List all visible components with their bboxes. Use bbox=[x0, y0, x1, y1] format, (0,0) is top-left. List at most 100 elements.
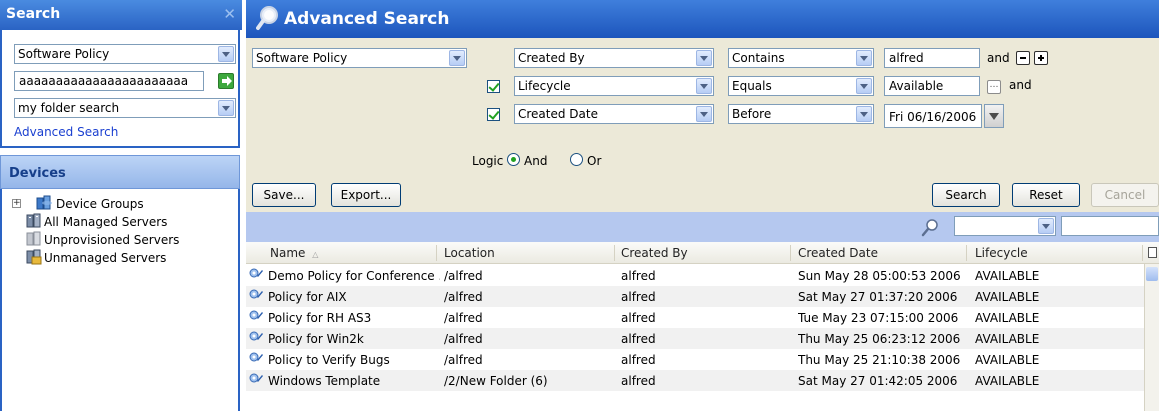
chevron-down-icon[interactable] bbox=[449, 50, 465, 66]
chevron-down-icon[interactable] bbox=[856, 50, 872, 66]
chevron-down-icon bbox=[989, 113, 999, 120]
folder-search-value: my folder search bbox=[18, 101, 120, 115]
table-cell-lifecycle: AVAILABLE bbox=[975, 374, 1040, 388]
date-value: Fri 06/16/2006 bbox=[889, 110, 977, 124]
chevron-down-icon[interactable] bbox=[218, 46, 234, 62]
search-panel-header: Search ✕ bbox=[0, 0, 242, 30]
value-picker-button[interactable]: … bbox=[987, 80, 1001, 94]
table-row[interactable]: Demo Policy for Conference ... /alfred alf… bbox=[246, 265, 1144, 286]
scroll-up-icon[interactable] bbox=[1146, 267, 1158, 281]
table-row[interactable]: Policy to Verify Bugs/alfred alfred Thu Ma… bbox=[246, 349, 1144, 370]
sort-ascending-icon: △ bbox=[312, 250, 319, 259]
tree-item-label: Unmanaged Servers bbox=[44, 251, 167, 265]
chevron-down-icon[interactable] bbox=[856, 106, 872, 122]
criteria-value-input-2[interactable]: Available bbox=[884, 76, 980, 96]
column-divider[interactable] bbox=[1142, 245, 1143, 261]
column-chooser-icon[interactable] bbox=[1148, 247, 1157, 258]
devices-tree: + Device Groups All Managed Servers Unpr… bbox=[0, 189, 240, 411]
chevron-down-icon[interactable] bbox=[696, 50, 712, 66]
table-row[interactable]: Windows Template/2/New Folder (6) alfred S… bbox=[246, 370, 1144, 391]
tree-item-label: All Managed Servers bbox=[44, 215, 168, 229]
chevron-down-icon[interactable] bbox=[696, 78, 712, 94]
column-header-lifecycle[interactable]: Lifecycle bbox=[975, 246, 1028, 260]
column-divider[interactable] bbox=[966, 245, 967, 261]
date-picker-button[interactable] bbox=[984, 104, 1004, 128]
criteria-operator-select-3[interactable]: Before bbox=[728, 104, 874, 124]
criteria-operator-select-2[interactable]: Equals bbox=[728, 76, 874, 96]
vertical-scrollbar[interactable] bbox=[1144, 264, 1159, 411]
logic-or-radio[interactable] bbox=[570, 153, 583, 166]
table-cell-name: Policy to Verify Bugs bbox=[268, 353, 390, 367]
column-header-name[interactable]: Name △ bbox=[270, 246, 318, 260]
table-cell-lifecycle: AVAILABLE bbox=[975, 290, 1040, 304]
chevron-down-icon[interactable] bbox=[1038, 218, 1054, 234]
search-type-select[interactable]: Software Policy bbox=[14, 44, 236, 64]
filter-input[interactable] bbox=[1061, 216, 1159, 236]
chevron-down-icon[interactable] bbox=[696, 106, 712, 122]
cancel-button[interactable]: Cancel bbox=[1091, 183, 1159, 207]
reset-button[interactable]: Reset bbox=[1012, 183, 1080, 207]
tree-item-label: Unprovisioned Servers bbox=[44, 233, 180, 247]
policy-icon bbox=[249, 373, 263, 383]
table-cell-created-date: Sat May 27 01:42:05 2006 bbox=[798, 374, 958, 388]
date-input[interactable]: Fri 06/16/2006 bbox=[884, 104, 982, 128]
save-button[interactable]: Save... bbox=[252, 183, 316, 207]
table-cell-lifecycle: AVAILABLE bbox=[975, 269, 1040, 283]
devices-panel-header: Devices bbox=[0, 155, 240, 189]
policy-icon bbox=[249, 268, 263, 278]
go-arrow-icon[interactable] bbox=[218, 73, 234, 89]
criteria-operator-value: Contains bbox=[732, 51, 785, 65]
table-cell-created-date: Sun May 28 05:00:53 2006 bbox=[798, 269, 961, 283]
add-criteria-button[interactable] bbox=[1034, 51, 1048, 65]
filter-column-select[interactable] bbox=[954, 216, 1056, 236]
expand-icon[interactable]: + bbox=[12, 199, 21, 208]
table-cell-created-by: alfred bbox=[621, 332, 656, 346]
criteria-field-select-1[interactable]: Created By bbox=[514, 48, 714, 68]
column-header-location[interactable]: Location bbox=[444, 246, 495, 260]
remove-criteria-button[interactable] bbox=[1016, 51, 1030, 65]
column-divider[interactable] bbox=[614, 245, 615, 261]
filter-bar bbox=[246, 212, 1159, 242]
criteria-and-label: and bbox=[987, 51, 1010, 65]
chevron-down-icon[interactable] bbox=[856, 78, 872, 94]
table-row[interactable]: Policy for RH AS3/alfred alfred Tue May 23… bbox=[246, 307, 1144, 328]
criteria-field-select-2[interactable]: Lifecycle bbox=[514, 76, 714, 96]
criteria-checkbox-3[interactable] bbox=[487, 108, 500, 121]
export-button[interactable]: Export... bbox=[331, 183, 401, 207]
criteria-field-value: Created Date bbox=[518, 107, 598, 121]
unprovisioned-servers-icon bbox=[26, 231, 41, 246]
table-cell-name: Policy for Win2k bbox=[268, 332, 364, 346]
advanced-type-select[interactable]: Software Policy bbox=[252, 48, 467, 68]
advanced-search-link[interactable]: Advanced Search bbox=[14, 125, 118, 139]
criteria-operator-select-1[interactable]: Contains bbox=[728, 48, 874, 68]
search-button[interactable]: Search bbox=[932, 183, 1000, 207]
table-row[interactable]: Policy for AIX/alfred alfred Sat May 27 01… bbox=[246, 286, 1144, 307]
table-cell-lifecycle: AVAILABLE bbox=[975, 353, 1040, 367]
tree-item-label: Device Groups bbox=[56, 197, 144, 211]
column-divider[interactable] bbox=[790, 245, 791, 261]
criteria-value-input-1[interactable]: alfred bbox=[884, 48, 980, 68]
table-cell-location: /alfred bbox=[444, 332, 483, 346]
criteria-checkbox-2[interactable] bbox=[487, 80, 500, 93]
criteria-field-select-3[interactable]: Created Date bbox=[514, 104, 714, 124]
column-divider[interactable] bbox=[436, 245, 437, 261]
chevron-down-icon[interactable] bbox=[218, 100, 234, 116]
left-sidebar: Search ✕ Software Policy aaaaaaaaaaaaaaa… bbox=[0, 0, 242, 411]
search-input[interactable]: aaaaaaaaaaaaaaaaaaaaaaa bbox=[14, 71, 204, 91]
logic-and-radio[interactable] bbox=[507, 153, 520, 166]
column-header-created-by[interactable]: Created By bbox=[621, 246, 688, 260]
search-panel-title: Search bbox=[6, 6, 61, 22]
table-cell-location: /2/New Folder (6) bbox=[444, 374, 548, 388]
table-row[interactable]: Policy for Win2k/alfred alfred Thu May 25 … bbox=[246, 328, 1144, 349]
close-icon[interactable]: ✕ bbox=[223, 5, 236, 23]
page-title: Advanced Search bbox=[284, 9, 450, 29]
table-cell-name: Demo Policy for Conference ... bbox=[268, 269, 440, 283]
folder-search-select[interactable]: my folder search bbox=[14, 98, 236, 118]
managed-servers-icon bbox=[26, 213, 41, 228]
column-header-created-date[interactable]: Created Date bbox=[798, 246, 878, 260]
table-cell-location: /alfred bbox=[444, 353, 483, 367]
policy-icon bbox=[249, 289, 263, 299]
table-cell-name: Windows Template bbox=[268, 374, 381, 388]
results-table: Name △ Location Created By Created Date … bbox=[246, 242, 1159, 411]
criteria-value: alfred bbox=[889, 51, 924, 65]
